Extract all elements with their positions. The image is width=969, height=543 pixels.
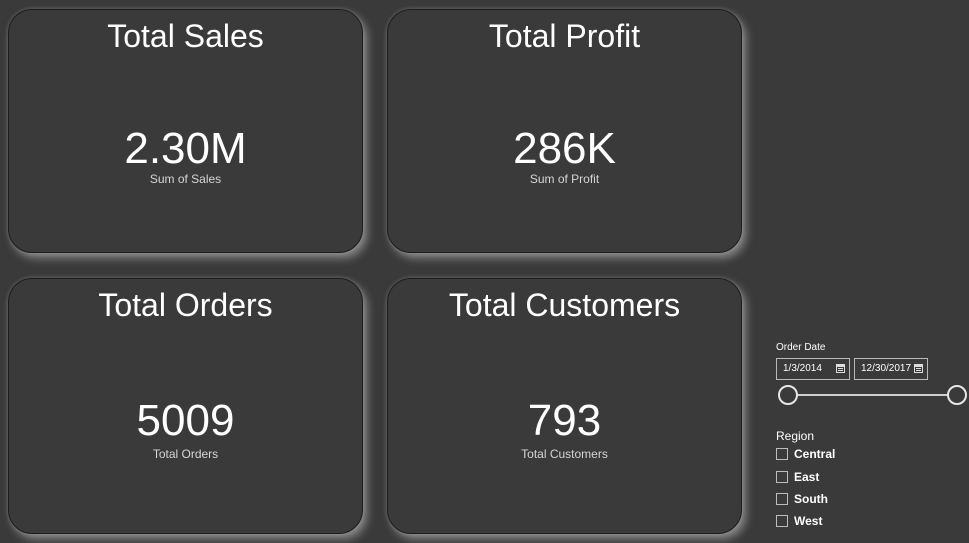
region-item-central[interactable]: Central — [776, 446, 835, 462]
start-date-value: 1/3/2014 — [783, 363, 822, 374]
region-item-west[interactable]: West — [776, 513, 822, 529]
region-item-south[interactable]: South — [776, 491, 828, 507]
card-title: Total Sales — [107, 18, 264, 54]
checkbox[interactable] — [776, 471, 788, 483]
calendar-icon[interactable] — [914, 364, 923, 373]
card-value: 286K — [513, 124, 616, 173]
card-title: Total Orders — [98, 287, 273, 323]
card-caption: Total Orders — [152, 447, 219, 461]
total-customers-card[interactable]: Total Customers 793 Total Customers — [387, 278, 742, 534]
region-item-east[interactable]: East — [776, 469, 819, 485]
checkbox[interactable] — [776, 515, 788, 527]
date-range-start-handle[interactable] — [778, 385, 798, 405]
card-value: 2.30M — [124, 124, 247, 173]
total-profit-card[interactable]: Total Profit 286K Sum of Profit — [387, 9, 742, 253]
card-caption: Total Customers — [521, 447, 608, 461]
date-range-end-handle[interactable] — [947, 385, 967, 405]
total-orders-card[interactable]: Total Orders 5009 Total Orders — [8, 278, 363, 534]
dashboard-canvas: Total Sales 2.30M Sum of Sales Total Pro… — [0, 0, 969, 543]
calendar-icon[interactable] — [836, 364, 845, 373]
region-label: Central — [794, 447, 836, 461]
date-range-slider-track[interactable] — [788, 394, 958, 396]
start-date-input[interactable]: 1/3/2014 — [776, 358, 850, 380]
card-caption: Sum of Sales — [149, 172, 222, 186]
end-date-input[interactable]: 12/30/2017 — [854, 358, 928, 380]
card-value: 793 — [527, 396, 602, 445]
end-date-value: 12/30/2017 — [861, 363, 912, 374]
region-label: West — [794, 514, 823, 528]
region-title: Region — [776, 429, 815, 443]
card-value: 5009 — [136, 396, 235, 445]
checkbox[interactable] — [776, 493, 788, 505]
order-date-label: Order Date — [776, 342, 826, 353]
checkbox[interactable] — [776, 448, 788, 460]
region-label: South — [794, 492, 828, 506]
region-label: East — [794, 470, 820, 484]
card-caption: Sum of Profit — [529, 172, 600, 186]
card-title: Total Customers — [448, 287, 681, 323]
card-title: Total Profit — [488, 18, 641, 54]
total-sales-card[interactable]: Total Sales 2.30M Sum of Sales — [8, 9, 363, 253]
